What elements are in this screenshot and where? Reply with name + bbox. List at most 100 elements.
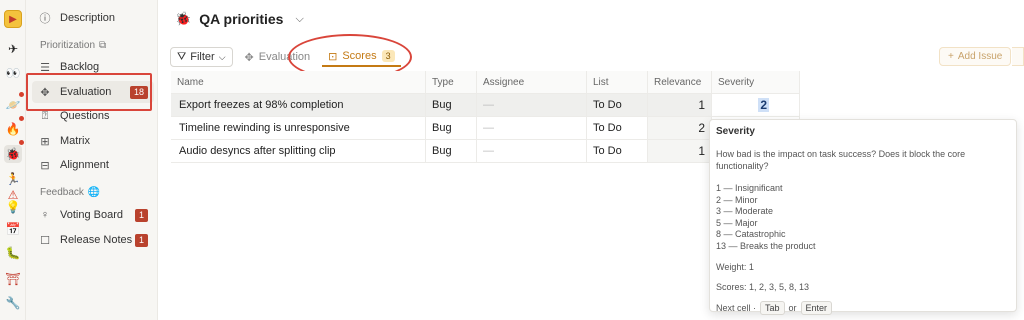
wrench-icon[interactable]: 🔧 — [4, 294, 22, 312]
column-header[interactable]: Name — [171, 71, 426, 94]
feedback-header: Feedback 🌐 — [40, 187, 100, 198]
severity-scale: 1 — Insignificant 2 — Minor 3 — Moderate… — [716, 183, 1010, 252]
page-title: QA priorities — [199, 11, 284, 27]
sidebar-item-label: Description — [60, 12, 116, 24]
planet-icon[interactable]: 🪐 — [4, 96, 22, 114]
gate-icon[interactable]: ⛩ — [4, 270, 22, 288]
filter-label: Filter — [190, 51, 215, 63]
app-window: ▶ ✈ 👀 🪐 🔥 🐞 🏃 ⚠ 💡 📅 🐛 ⛩ 🔧 ⓘ Description … — [0, 0, 1024, 320]
table-header: Name Type Assignee List Relevance Severi… — [171, 71, 800, 94]
sidebar-item-evaluation[interactable]: ✥ Evaluation 18 — [32, 81, 154, 103]
sidebar-item-label: Matrix — [60, 135, 90, 147]
sidebar-item-label: Evaluation — [60, 86, 112, 98]
tooltip-scores: Scores: 1, 2, 3, 5, 8, 13 — [716, 282, 810, 292]
severity-tooltip: Severity How bad is the impact on task s… — [709, 119, 1017, 315]
cell-list[interactable]: To Do — [587, 140, 648, 163]
tab-label: Evaluation — [258, 51, 311, 63]
sidebar-item-backlog[interactable]: ☰ Backlog — [32, 56, 154, 78]
cell-relevance[interactable]: 1 — [648, 94, 712, 117]
cell-name[interactable]: Timeline rewinding is unresponsive — [171, 117, 426, 140]
add-issue-button[interactable]: + Add Issue — [939, 47, 1011, 66]
sidebar-item-label: Release Notes — [60, 234, 133, 246]
globe-icon[interactable]: 🌐 — [88, 187, 100, 198]
count-badge: 18 — [129, 85, 148, 99]
cell-name[interactable]: Audio desyncs after splitting clip — [171, 140, 426, 163]
cell-severity[interactable]: 2 — [712, 94, 800, 117]
table-row[interactable]: Timeline rewinding is unresponsive Bug —… — [171, 117, 800, 140]
enter-key: Enter — [800, 301, 833, 315]
scale-item: 8 — Catastrophic — [716, 229, 786, 239]
evaluation-icon: ✥ — [244, 51, 254, 64]
count-badge: 1 — [134, 233, 148, 247]
matrix-icon: ⊞ — [40, 135, 50, 148]
toolbar: ⛛ Filter ⌵ ✥ Evaluation ⊡ Scores 3 — [170, 46, 401, 68]
plus-icon: + — [948, 51, 954, 62]
external-link-icon[interactable]: ⧉ — [99, 40, 106, 51]
lightbulb-icon: ♀ — [40, 209, 50, 221]
next-cell-label: Next cell · — [716, 303, 757, 313]
list-icon: ☰ — [40, 61, 50, 74]
filter-icon: ⛛ — [177, 50, 187, 63]
tab-scores[interactable]: ⊡ Scores 3 — [322, 47, 401, 67]
bug-icon[interactable]: 🐞 — [4, 145, 22, 163]
tooltip-weight: Weight: 1 — [716, 262, 754, 272]
scale-item: 3 — Moderate — [716, 206, 774, 216]
cell-relevance[interactable]: 2 — [648, 117, 712, 140]
column-header[interactable]: List — [587, 71, 648, 94]
scores-icon: ⊡ — [328, 50, 338, 63]
question-icon: ⍰ — [41, 109, 49, 122]
cell-list[interactable]: To Do — [587, 117, 648, 140]
column-header[interactable]: Relevance — [648, 71, 712, 94]
add-issue-menu-button[interactable] — [1012, 47, 1024, 66]
page-header: 🐞 QA priorities ⌵ — [175, 9, 304, 29]
sidebar-item-release-notes[interactable]: ☐ Release Notes 1 — [32, 229, 154, 251]
tab-label: Scores — [342, 50, 377, 62]
cell-list[interactable]: To Do — [587, 94, 648, 117]
notification-dot — [19, 140, 24, 145]
fire-icon[interactable]: 🔥 — [4, 120, 22, 138]
cell-type[interactable]: Bug — [426, 94, 477, 117]
prioritization-header: Prioritization ⧉ — [40, 40, 106, 51]
tooltip-footer: Next cell · Tab or Enter — [716, 301, 1010, 315]
filter-button[interactable]: ⛛ Filter ⌵ — [170, 47, 233, 67]
scale-item: 2 — Minor — [716, 194, 758, 205]
lightbulb-icon[interactable]: 💡 — [4, 198, 22, 216]
or-label: or — [788, 303, 797, 313]
sidebar-item-alignment[interactable]: ⊟ Alignment — [32, 154, 154, 176]
calendar-icon[interactable]: 📅 — [4, 220, 22, 238]
sidebar-item-questions[interactable]: ⍰ Questions — [32, 105, 154, 127]
cell-assignee[interactable]: — — [477, 117, 587, 140]
severity-input[interactable]: 2 — [758, 98, 769, 112]
cell-relevance[interactable]: 1 — [648, 140, 712, 163]
cell-assignee[interactable]: — — [477, 140, 587, 163]
column-header[interactable]: Type — [426, 71, 477, 94]
sidebar-item-description[interactable]: ⓘ Description — [32, 7, 154, 29]
notes-icon: ☐ — [40, 234, 50, 247]
scale-item: 13 — Breaks the product — [716, 240, 816, 251]
bug-icon: 🐞 — [175, 11, 192, 26]
column-header[interactable]: Assignee — [477, 71, 587, 94]
cell-name[interactable]: Export freezes at 98% completion — [171, 94, 426, 117]
table-row[interactable]: Audio desyncs after splitting clip Bug —… — [171, 140, 800, 163]
sidebar-item-matrix[interactable]: ⊞ Matrix — [32, 130, 154, 152]
column-header[interactable]: Severity — [712, 71, 800, 94]
cell-type[interactable]: Bug — [426, 140, 477, 163]
tooltip-title: Severity — [716, 126, 755, 137]
sidebar-item-label: Alignment — [60, 159, 109, 171]
bug-purple-icon[interactable]: 🐛 — [4, 244, 22, 262]
tab-count-badge: 3 — [381, 50, 395, 62]
table-row[interactable]: Export freezes at 98% completion Bug — T… — [171, 94, 800, 117]
gear-icon[interactable]: ✈ — [4, 40, 22, 58]
tooltip-description: How bad is the impact on task success? D… — [716, 149, 966, 171]
tab-evaluation[interactable]: ✥ Evaluation — [239, 47, 317, 67]
sidebar-item-label: Questions — [60, 110, 110, 122]
cell-assignee[interactable]: — — [477, 94, 587, 117]
eye-icon[interactable]: 👀 — [4, 64, 22, 82]
scale-item: 1 — Insignificant — [716, 183, 783, 193]
sidebar-item-voting-board[interactable]: ♀ Voting Board 1 — [32, 204, 154, 226]
cell-type[interactable]: Bug — [426, 117, 477, 140]
app-logo-icon[interactable]: ▶ — [4, 10, 22, 28]
chevron-down-icon[interactable]: ⌵ — [295, 13, 303, 26]
chevron-down-icon: ⌵ — [218, 51, 226, 62]
add-issue-label: Add Issue — [957, 51, 1003, 62]
